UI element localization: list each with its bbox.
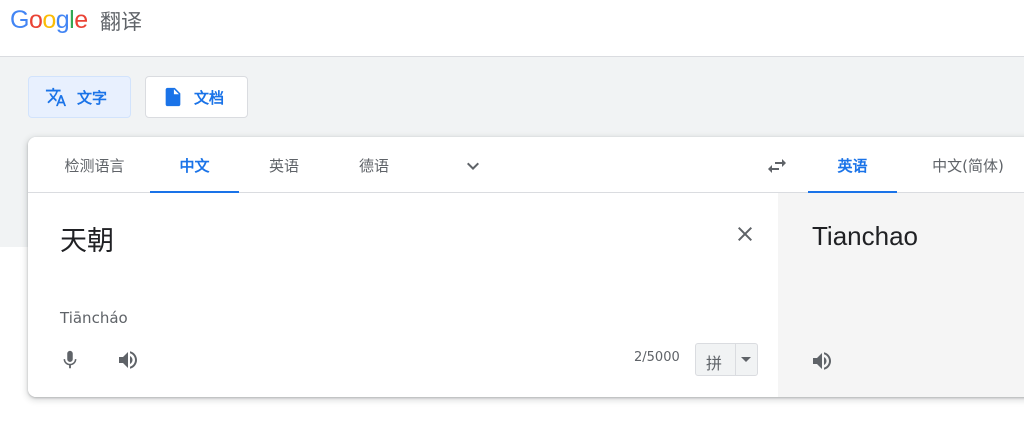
logo-letter: o	[42, 5, 56, 34]
character-count: 2/5000	[634, 350, 680, 365]
speaker-icon	[813, 352, 831, 370]
dropdown-arrow-icon[interactable]	[741, 357, 751, 362]
source-pane: 天朝 Tiāncháo 2/5000 拼	[28, 193, 778, 397]
close-icon	[738, 227, 752, 241]
logo-letter: e	[74, 5, 88, 34]
document-mode-label: 文档	[194, 89, 225, 107]
listen-source-button[interactable]	[114, 346, 142, 374]
input-method-label: 拼	[706, 354, 723, 373]
microphone-icon	[63, 350, 77, 369]
source-textarea[interactable]: 天朝	[60, 219, 114, 258]
tab-target-english[interactable]: 英语	[808, 137, 897, 194]
more-source-languages-button[interactable]	[456, 149, 490, 183]
tab-target-chinese-simplified[interactable]: 中文(简体)	[908, 137, 1024, 193]
google-logo[interactable]: Google	[10, 3, 88, 37]
translation-output: Tianchao	[812, 221, 918, 251]
tab-source-german[interactable]: 德语	[329, 137, 419, 193]
input-method-selector[interactable]: 拼	[695, 343, 758, 376]
swap-languages-icon	[768, 159, 786, 173]
logo-letter: G	[10, 5, 29, 34]
translate-icon	[45, 87, 67, 107]
clear-source-button[interactable]	[728, 217, 762, 251]
logo-letter: g	[55, 5, 70, 34]
tab-source-english[interactable]: 英语	[239, 137, 329, 193]
product-name: 翻译	[100, 10, 142, 34]
voice-input-button[interactable]	[56, 346, 84, 374]
top-header: Google 翻译	[0, 0, 1024, 57]
source-romanization: Tiāncháo	[60, 309, 128, 327]
translate-app: Google 翻译 文字 文档 检测语言 中文 英语 德语 英语 中文(简体) …	[0, 0, 1024, 421]
translation-card: 检测语言 中文 英语 德语 英语 中文(简体) 天朝 Tiāncháo 2/50…	[28, 137, 1024, 397]
logo-letter: o	[28, 5, 43, 34]
chevron-down-icon	[467, 162, 479, 170]
logo-wordmark: Google	[10, 6, 88, 35]
tab-detect-language[interactable]: 检测语言	[42, 137, 147, 193]
document-mode-button[interactable]: 文档	[145, 76, 248, 118]
listen-target-button[interactable]	[808, 347, 836, 375]
language-bar: 检测语言 中文 英语 德语 英语 中文(简体)	[28, 137, 1024, 194]
document-icon	[165, 87, 181, 107]
tab-source-chinese[interactable]: 中文	[150, 137, 239, 194]
text-mode-button[interactable]: 文字	[28, 76, 131, 118]
text-mode-label: 文字	[77, 89, 108, 107]
speaker-icon	[119, 351, 137, 369]
target-pane: Tianchao	[778, 193, 1024, 397]
input-method-divider	[735, 344, 736, 375]
swap-languages-button[interactable]	[760, 149, 794, 183]
